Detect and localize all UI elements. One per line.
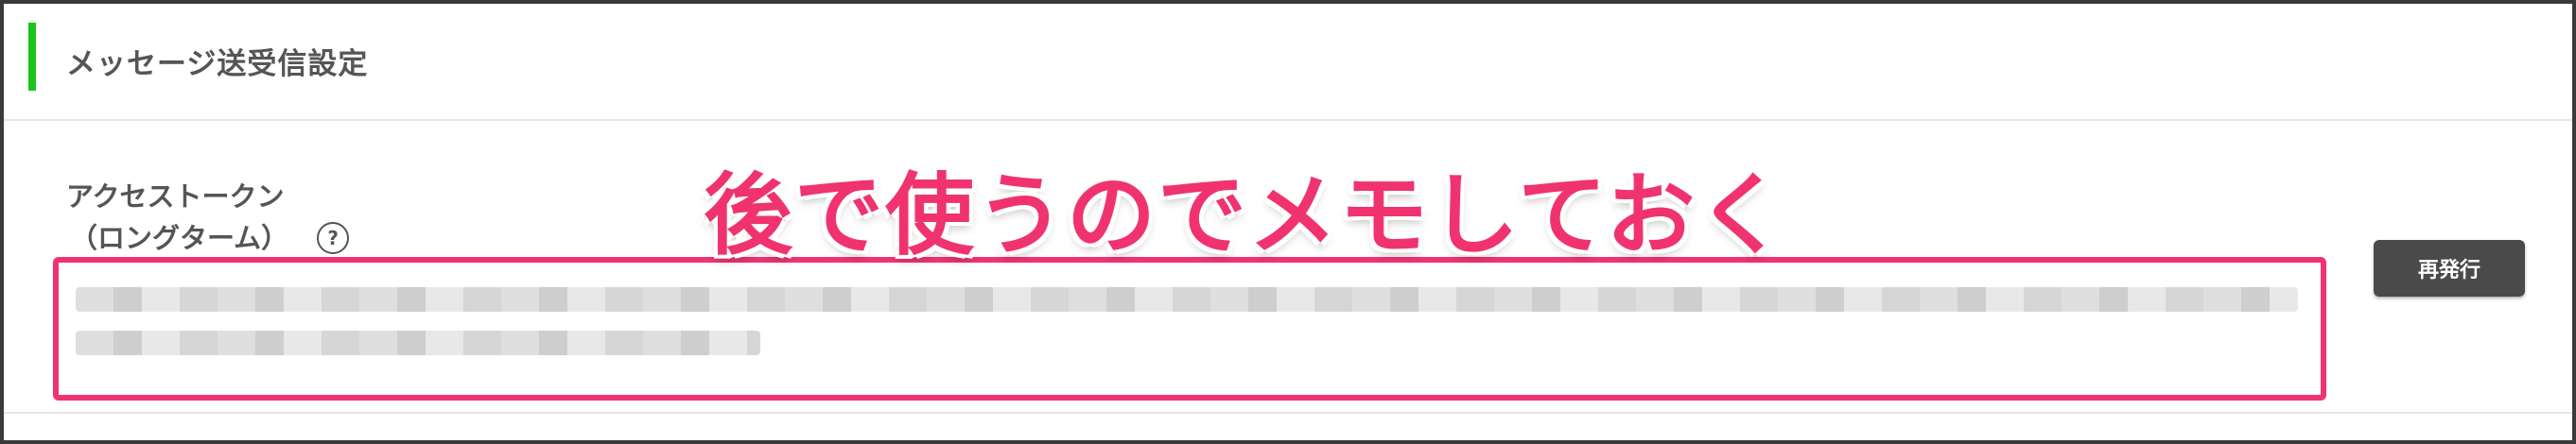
access-token-label-line2-row: （ロングターム） ?: [70, 217, 350, 259]
section-header: メッセージ送受信設定: [4, 4, 2572, 121]
reissue-button[interactable]: 再発行: [2374, 240, 2525, 297]
redacted-token-line-1: [76, 287, 2298, 312]
access-token-label: アクセストークン （ロングターム） ?: [66, 176, 350, 259]
help-icon[interactable]: ?: [317, 222, 350, 254]
token-highlight-box: [53, 257, 2326, 401]
section-title: メッセージ送受信設定: [66, 47, 369, 81]
access-token-label-line1: アクセストークン: [66, 180, 285, 213]
annotation-note: 後で使うのでメモしておく: [704, 164, 1788, 267]
redacted-token-line-2: [76, 331, 760, 355]
settings-panel: メッセージ送受信設定 アクセストークン （ロングターム） ? 後で使うのでメモし…: [0, 0, 2576, 444]
section-accent-bar: [28, 23, 36, 91]
access-token-label-line2: （ロングターム）: [70, 222, 289, 254]
bottom-divider: [4, 412, 2572, 414]
